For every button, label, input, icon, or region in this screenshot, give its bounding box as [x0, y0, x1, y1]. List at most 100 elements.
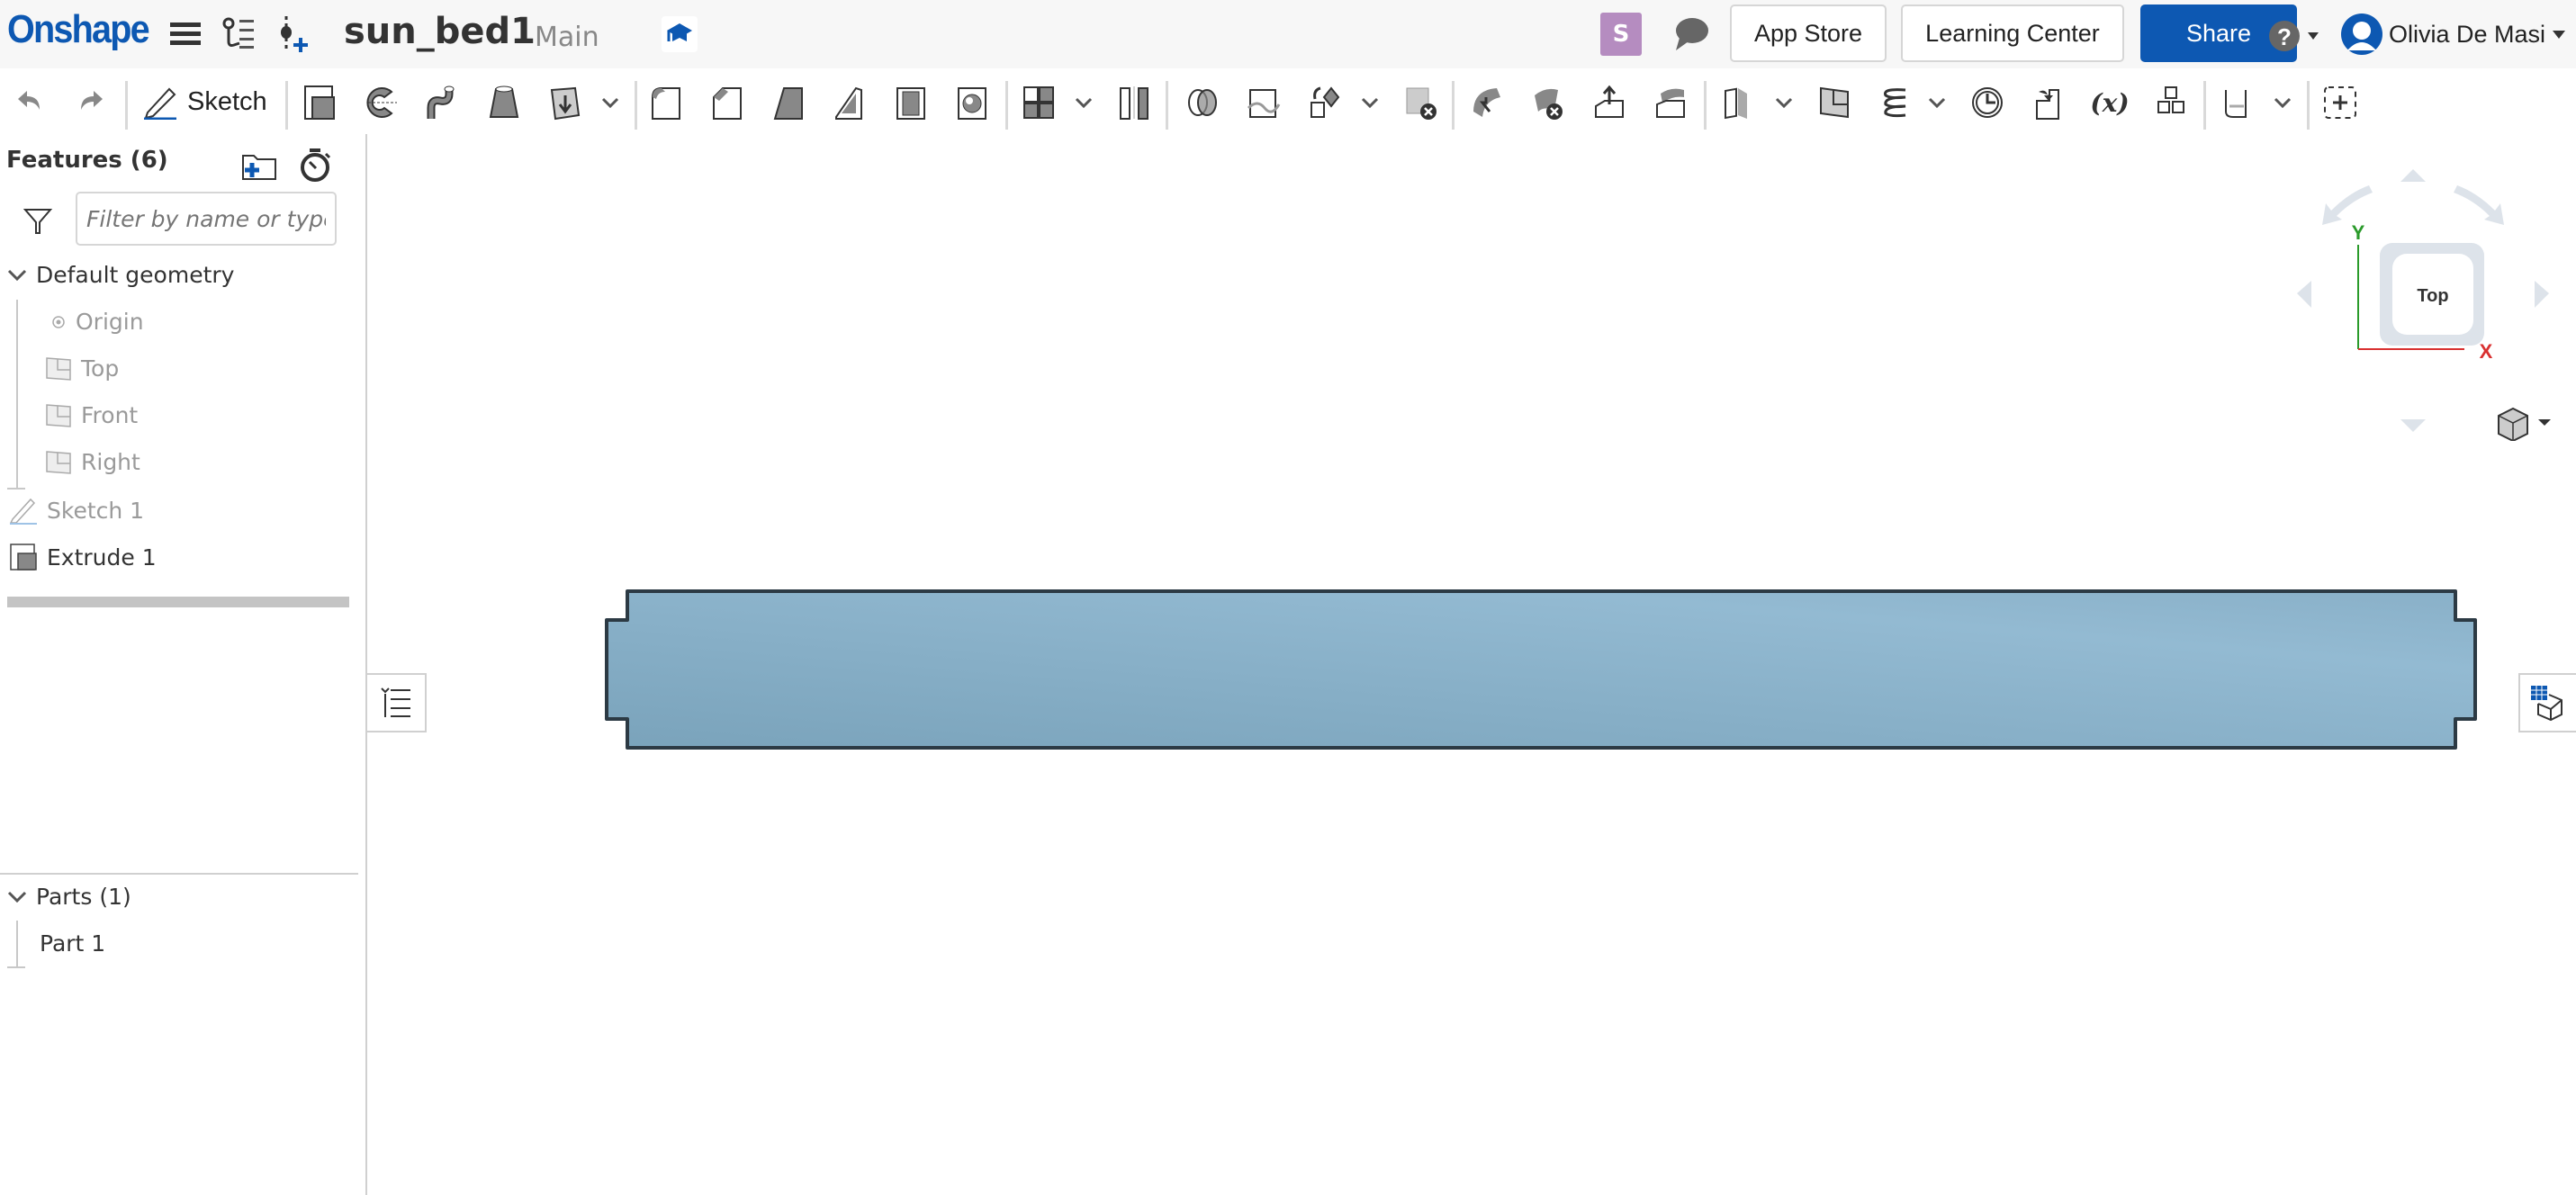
helix-tool[interactable] — [1876, 83, 1915, 122]
rotate-cw-arrow[interactable] — [2454, 185, 2504, 225]
modify-fillet-icon — [1473, 88, 1500, 117]
user-name: Olivia De Masi — [2389, 20, 2546, 48]
chevron-down-icon[interactable] — [1773, 92, 1795, 113]
configurations-panel-button[interactable] — [2518, 673, 2576, 732]
shell-icon — [896, 87, 925, 120]
tree-connector — [7, 488, 25, 490]
document-title[interactable]: sun_bed1 — [344, 11, 536, 52]
hole-icon — [958, 87, 986, 120]
tree-item-front-plane[interactable]: Front — [45, 402, 138, 428]
offset-surface-tool[interactable] — [1717, 83, 1757, 122]
delete-face-icon — [1535, 88, 1563, 120]
view-cube[interactable]: Top Y X — [2268, 153, 2565, 441]
loft-tool[interactable] — [484, 83, 524, 122]
rotate-up-arrow[interactable] — [2400, 169, 2426, 182]
tree-item-top-plane[interactable]: Top — [45, 355, 119, 382]
tree-item-origin[interactable]: Origin — [50, 309, 144, 335]
fillet-tool[interactable] — [646, 83, 686, 122]
shell-tool[interactable] — [891, 83, 931, 122]
toolbar-separator — [1704, 81, 1707, 130]
help-menu[interactable]: ? — [2268, 18, 2326, 58]
app-store-button[interactable]: App Store — [1730, 4, 1887, 62]
add-folder-icon[interactable] — [241, 150, 277, 181]
boolean-tool[interactable] — [1183, 83, 1222, 122]
sweep-icon — [427, 85, 455, 119]
extrude-tool[interactable] — [301, 83, 340, 122]
rotate-ccw-arrow[interactable] — [2322, 185, 2373, 225]
view-mode-menu[interactable] — [2498, 407, 2551, 441]
sweep-tool[interactable] — [423, 83, 463, 122]
branch-name[interactable]: Main — [535, 22, 599, 53]
measure-tool[interactable] — [1968, 83, 2007, 122]
toolbar-separator — [635, 81, 637, 130]
rotate-right-arrow[interactable] — [2535, 281, 2549, 308]
delete-part-tool[interactable] — [1401, 83, 1440, 122]
chevron-down-icon[interactable] — [1073, 92, 1094, 113]
thicken-tool[interactable] — [545, 83, 585, 122]
part-label: Part 1 — [40, 930, 106, 957]
draft-tool[interactable] — [769, 83, 808, 122]
rollback-timer-icon[interactable] — [297, 147, 333, 183]
rollback-bar[interactable] — [7, 597, 349, 607]
replace-face-tool[interactable] — [1651, 83, 1690, 122]
split-tool[interactable] — [1244, 83, 1283, 122]
rotate-left-arrow[interactable] — [2297, 281, 2311, 308]
rib-tool[interactable] — [830, 83, 869, 122]
collapse-panel-button[interactable] — [367, 673, 427, 732]
plane-tool[interactable] — [1815, 83, 1854, 122]
transform-icon — [1311, 86, 1340, 118]
collaborator-avatar[interactable]: S — [1600, 13, 1642, 56]
toolbar-separator — [2307, 81, 2310, 130]
features-title: Features (6) — [6, 147, 168, 174]
tree-item-right-plane[interactable]: Right — [45, 449, 140, 475]
undo-button[interactable] — [9, 83, 49, 122]
pencil-icon — [144, 87, 176, 120]
chevron-down-icon[interactable] — [2272, 92, 2293, 113]
sketch-button[interactable]: Sketch — [142, 79, 267, 124]
part-list-item[interactable]: Part 1 — [40, 930, 105, 957]
view-label: Top — [2417, 286, 2448, 306]
mirror-icon — [1120, 86, 1148, 120]
part-3d-view[interactable] — [594, 580, 2493, 769]
add-custom-feature-button[interactable] — [2320, 83, 2360, 122]
derived-tool[interactable] — [2151, 83, 2191, 122]
tree-item-label: Top — [81, 355, 120, 382]
insert-part-tool[interactable] — [2029, 83, 2068, 122]
chevron-down-icon[interactable] — [1359, 92, 1381, 113]
variable-tool[interactable]: (x) — [2090, 83, 2130, 122]
onshape-logo[interactable]: Onshape — [7, 7, 150, 52]
chamfer-icon — [713, 87, 742, 120]
loft-icon — [489, 85, 519, 118]
default-geometry-group[interactable]: Default geometry — [7, 262, 234, 288]
sheet-metal-tool[interactable] — [2218, 83, 2257, 122]
delete-face-tool[interactable] — [1528, 83, 1568, 122]
redo-button[interactable] — [72, 83, 112, 122]
add-branch-icon[interactable] — [277, 16, 313, 52]
chevron-down-icon[interactable] — [599, 92, 621, 113]
part-body[interactable] — [605, 589, 2477, 750]
draft-icon — [773, 87, 803, 120]
linear-pattern-tool[interactable] — [1019, 83, 1058, 122]
transform-tool[interactable] — [1305, 83, 1345, 122]
revolve-tool[interactable] — [362, 83, 401, 122]
version-history-icon[interactable] — [221, 16, 257, 52]
toolbar-separator — [1452, 81, 1455, 130]
learning-center-button[interactable]: Learning Center — [1901, 4, 2124, 62]
chamfer-tool[interactable] — [707, 83, 747, 122]
feature-extrude-1[interactable]: Extrude 1 — [9, 543, 157, 571]
mirror-tool[interactable] — [1114, 83, 1154, 122]
rotate-down-arrow[interactable] — [2400, 419, 2426, 432]
user-menu[interactable]: Olivia De Masi — [2340, 13, 2571, 56]
filter-input[interactable] — [76, 192, 337, 246]
education-cap-icon[interactable] — [662, 16, 698, 52]
hamburger-menu-icon[interactable] — [167, 16, 203, 52]
modify-fillet-tool[interactable] — [1467, 83, 1507, 122]
parts-group[interactable]: Parts (1) — [7, 884, 131, 910]
comments-icon[interactable] — [1671, 16, 1710, 56]
sheet-metal-icon — [2225, 90, 2247, 118]
feature-sketch-1[interactable]: Sketch 1 — [9, 496, 144, 525]
filter-icon[interactable] — [23, 206, 54, 235]
move-face-tool[interactable] — [1590, 83, 1629, 122]
chevron-down-icon[interactable] — [1926, 92, 1948, 113]
hole-tool[interactable] — [952, 83, 992, 122]
